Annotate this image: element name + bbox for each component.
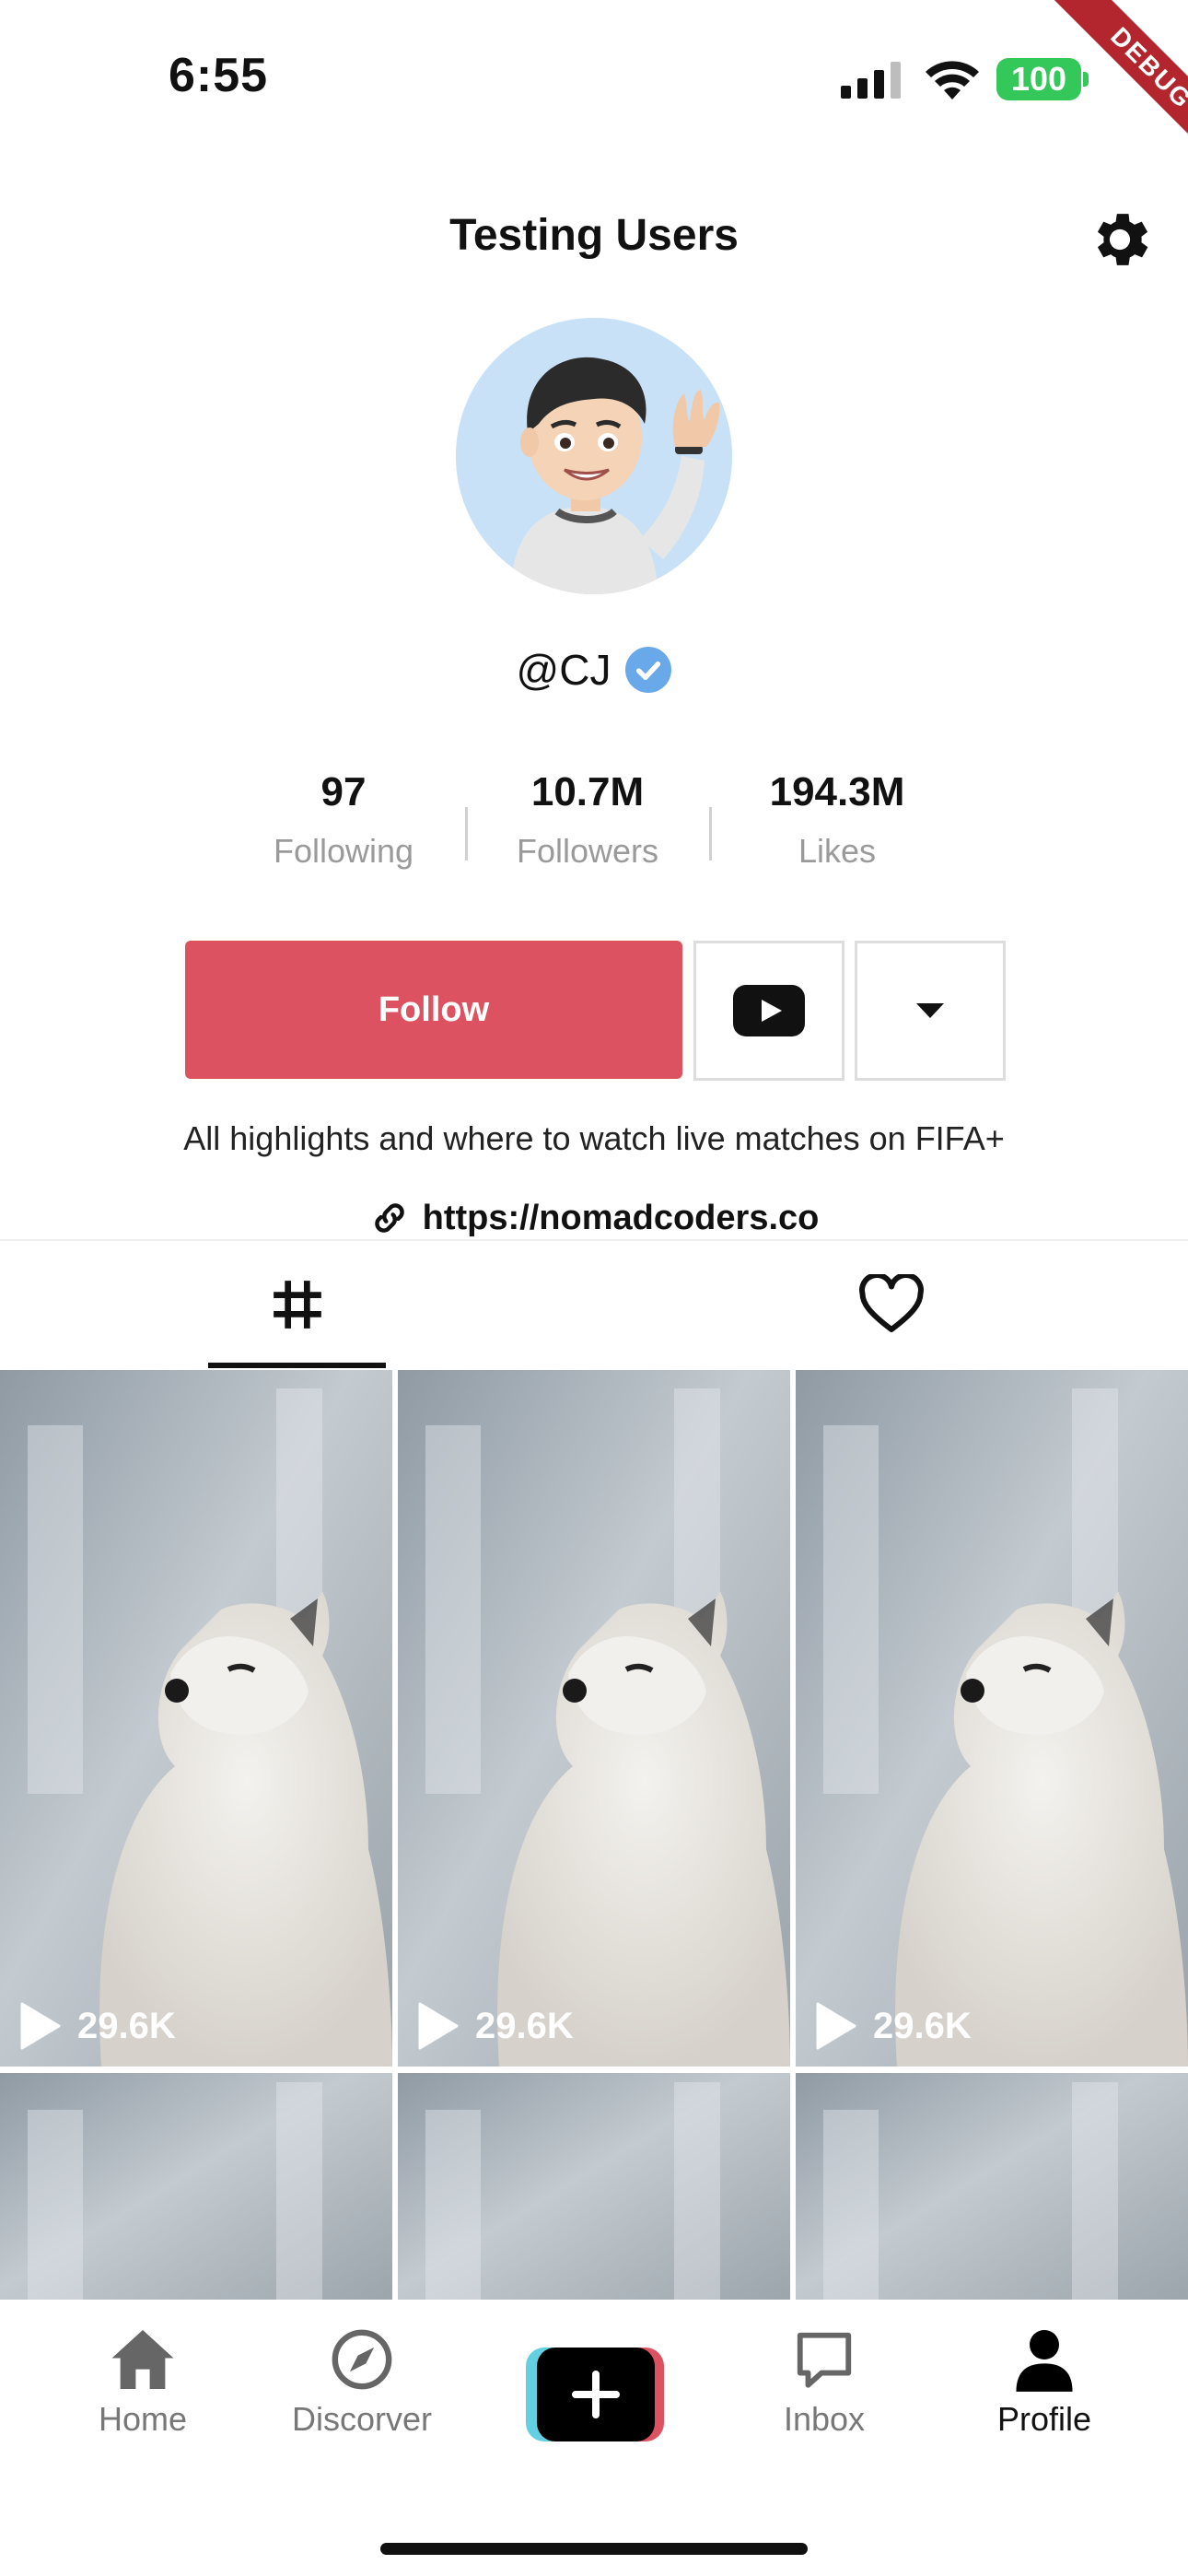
youtube-icon [733,985,805,1036]
heart-icon [858,1274,924,1332]
caret-down-icon [916,1003,944,1018]
video-views: 29.6K [20,2002,176,2050]
stat-followers[interactable]: 10.7M Followers [477,769,698,871]
stat-label: Likes [798,832,877,870]
more-options-button[interactable] [855,941,1006,1081]
bio-text: All highlights and where to watch live m… [183,1119,1005,1157]
nav-inbox[interactable]: Inbox [732,2327,916,2439]
video-thumbnail[interactable]: 29.6K [398,1370,790,2067]
wifi-icon [926,61,979,100]
battery-cap [1083,72,1089,87]
nav-create[interactable] [502,2344,686,2450]
stat-value: 97 [320,769,367,814]
memoji-avatar-image [456,318,732,594]
video-thumbnail[interactable]: 29.6K [796,1370,1188,2067]
stat-label: Followers [516,832,659,870]
message-icon [797,2332,852,2388]
nav-label: Discorver [291,2400,432,2438]
view-count: 29.6K [77,2005,176,2046]
grid-icon [273,1281,321,1329]
arctic-fox-image [0,2073,392,2313]
nav-label: Inbox [783,2400,866,2438]
tab-videos-grid[interactable] [0,1240,594,1369]
video-thumbnail[interactable] [796,2073,1188,2313]
stat-likes[interactable]: 194.3M Likes [727,769,948,871]
play-icon [418,2002,459,2050]
stat-label: Following [273,832,414,870]
stat-following[interactable]: 97 Following [233,769,454,871]
nav-profile[interactable]: Profile [952,2327,1136,2439]
bottom-navigation: Home Discorver Inbox Profile [0,2300,1188,2576]
follow-button[interactable]: Follow [185,941,682,1079]
youtube-button[interactable] [693,941,844,1081]
play-icon [816,2002,856,2050]
arctic-fox-image [398,2073,790,2313]
stat-value: 194.3M [769,769,905,814]
gear-icon[interactable] [1085,205,1155,275]
home-icon [111,2330,174,2389]
arctic-fox-image [796,1370,1188,2067]
compass-icon [332,2329,392,2390]
video-views: 29.6K [816,2002,972,2050]
nav-label: Profile [996,2400,1092,2438]
link-text[interactable]: https://nomadcoders.co [423,1199,820,1238]
video-thumbnail[interactable] [0,2073,392,2313]
tab-liked[interactable] [594,1240,1188,1369]
battery-indicator: 100 [996,58,1081,100]
profile-link[interactable]: https://nomadcoders.co [0,1198,1188,1238]
user-icon [1016,2330,1073,2392]
arctic-fox-image [398,1370,790,2067]
arctic-fox-image [796,2073,1188,2313]
view-count: 29.6K [873,2005,972,2046]
link-icon [374,1203,404,1233]
tab-active-indicator [208,1363,386,1368]
status-time: 6:55 [169,49,269,102]
home-indicator [380,2543,808,2555]
nav-home[interactable]: Home [51,2327,235,2439]
stat-value: 10.7M [530,769,645,814]
video-thumbnail[interactable] [398,2073,790,2313]
nav-label: Home [98,2400,188,2438]
cellular-signal-icon [841,62,901,99]
username: @CJ [516,646,611,694]
video-views: 29.6K [418,2002,574,2050]
stat-divider [709,807,712,861]
video-thumbnail[interactable]: 29.6K [0,1370,392,2067]
username-row: @CJ [0,645,1188,695]
nav-discover[interactable]: Discorver [270,2327,454,2439]
page-title: Testing Users [449,211,739,260]
arctic-fox-image [0,1370,392,2067]
avatar[interactable] [456,318,732,594]
play-icon [20,2002,61,2050]
stat-divider [465,807,468,861]
verified-badge-icon [625,647,672,693]
plus-icon [526,2348,664,2441]
view-count: 29.6K [475,2005,574,2046]
